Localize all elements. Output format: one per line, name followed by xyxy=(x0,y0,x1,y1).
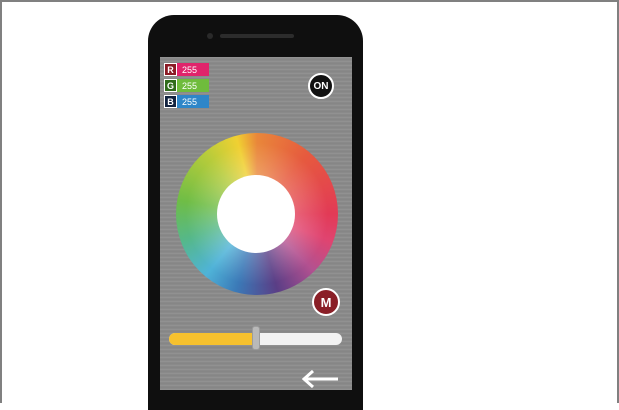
blue-channel-value: 255 xyxy=(177,95,209,108)
app-screen: R 255 G 255 B 255 ON M xyxy=(160,57,352,390)
green-readout: G 255 xyxy=(164,79,209,92)
color-preview-center xyxy=(217,175,295,253)
red-readout: R 255 xyxy=(164,63,209,76)
brightness-slider-fill xyxy=(169,333,256,345)
green-channel-value: 255 xyxy=(177,79,209,92)
red-channel-value: 255 xyxy=(177,63,209,76)
red-channel-letter: R xyxy=(164,63,177,76)
phone-speaker xyxy=(220,34,294,38)
blue-channel-letter: B xyxy=(164,95,177,108)
blue-readout: B 255 xyxy=(164,95,209,108)
arrow-left-icon xyxy=(301,369,338,389)
green-channel-letter: G xyxy=(164,79,177,92)
brightness-slider-thumb[interactable] xyxy=(252,326,260,350)
power-on-button[interactable]: ON xyxy=(308,73,334,99)
mode-button[interactable]: M xyxy=(312,288,340,316)
front-camera xyxy=(207,33,213,39)
back-button[interactable] xyxy=(300,369,340,389)
